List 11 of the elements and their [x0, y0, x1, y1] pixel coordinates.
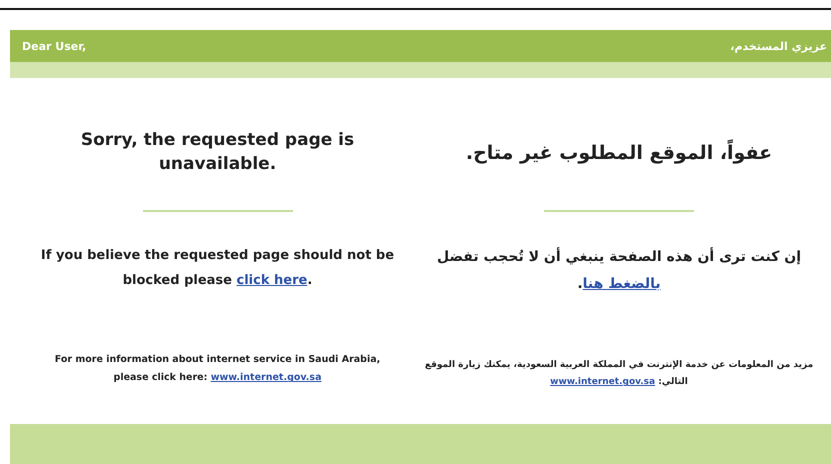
info-text: For more information about internet service in Saudi Arabia, please click here: www.internet.gov.sa: [54, 353, 382, 386]
greeting: عزيزي المستخدم،: [730, 40, 828, 52]
link[interactable]: بالضغط هنا: [582, 276, 661, 292]
greeting: Dear User,: [22, 40, 88, 52]
unblock-message: إن كنت ترى أن هذه الصفحة ينبغي أن لا تُحجب تفضل بالضغط هنا.: [436, 246, 802, 294]
unblock-message: If you believe the requested page should not be blocked please click here.: [40, 247, 396, 290]
error-heading: عفواً، الموقع المطلوب غير متاح.: [466, 126, 772, 180]
error-heading: Sorry, the requested page is unavailable.: [80, 129, 356, 176]
link[interactable]: www.internet.gov.sa: [210, 372, 322, 384]
link[interactable]: www.internet.gov.sa: [550, 377, 656, 388]
link[interactable]: click here: [236, 272, 308, 288]
